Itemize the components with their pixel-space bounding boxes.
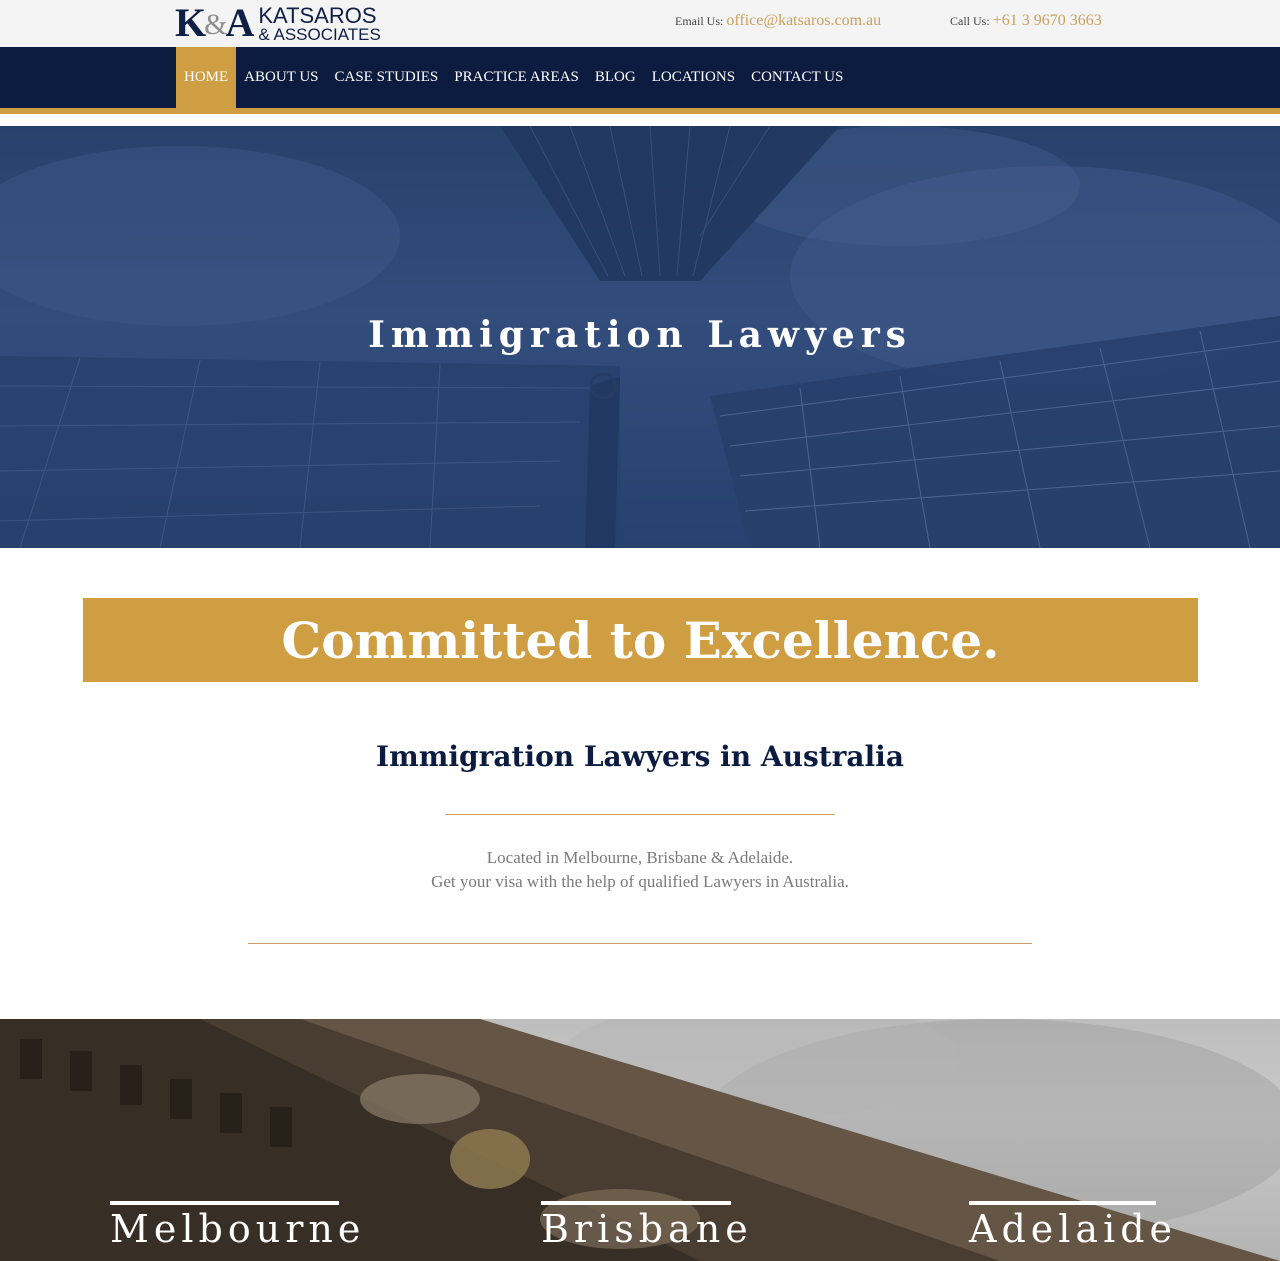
logo-mark: K&A [175,0,254,45]
logo-line-2: & ASSOCIATES [258,24,381,44]
logo-line-1: KATSAROS [258,2,377,28]
logo-text: KATSAROS & ASSOCIATES [258,2,381,44]
phone-link[interactable]: +61 3 9670 3663 [993,12,1102,29]
nav-home[interactable]: HOME [176,47,237,108]
tagline-text: Committed to Excellence. [281,610,1000,670]
top-bar: K&A KATSAROS & ASSOCIATES Email Us: offi… [0,0,1280,47]
location-adelaide[interactable]: Adelaide [969,1201,1172,1249]
phone-contact: Call Us: +61 3 9670 3663 [950,12,1102,30]
email-label: Email Us: [675,14,724,28]
tagline-banner: Committed to Excellence. [83,598,1198,682]
phone-label: Call Us: [950,14,990,28]
nav-about-us[interactable]: ABOUT US [236,47,326,108]
intro-text: Located in Melbourne, Brisbane & Adelaid… [0,846,1280,894]
nav-accent-strip [0,108,1280,114]
nav-blog[interactable]: BLOG [587,47,644,108]
email-link[interactable]: office@katsaros.com.au [726,12,881,29]
location-melbourne[interactable]: Melbourne [110,1201,360,1249]
intro-line-2: Get your visa with the help of qualified… [431,872,849,891]
nav-practice-areas[interactable]: PRACTICE AREAS [446,47,587,108]
logo[interactable]: K&A KATSAROS & ASSOCIATES [175,3,381,45]
main-nav: HOME ABOUT US CASE STUDIES PRACTICE AREA… [0,47,1280,108]
locations-section: Melbourne Brisbane Adelaide [0,1019,1280,1261]
location-brisbane[interactable]: Brisbane [541,1201,748,1249]
divider-long [248,943,1032,944]
divider-short [445,814,835,815]
nav-locations[interactable]: LOCATIONS [644,47,743,108]
hero-title: Immigration Lawyers [368,314,912,356]
intro-line-1: Located in Melbourne, Brisbane & Adelaid… [486,848,794,867]
nav-case-studies[interactable]: CASE STUDIES [327,47,447,108]
hero-banner: Immigration Lawyers [0,126,1280,548]
nav-contact-us[interactable]: CONTACT US [743,47,851,108]
section-heading: Immigration Lawyers in Australia [376,740,904,773]
email-contact: Email Us: office@katsaros.com.au [675,12,881,30]
